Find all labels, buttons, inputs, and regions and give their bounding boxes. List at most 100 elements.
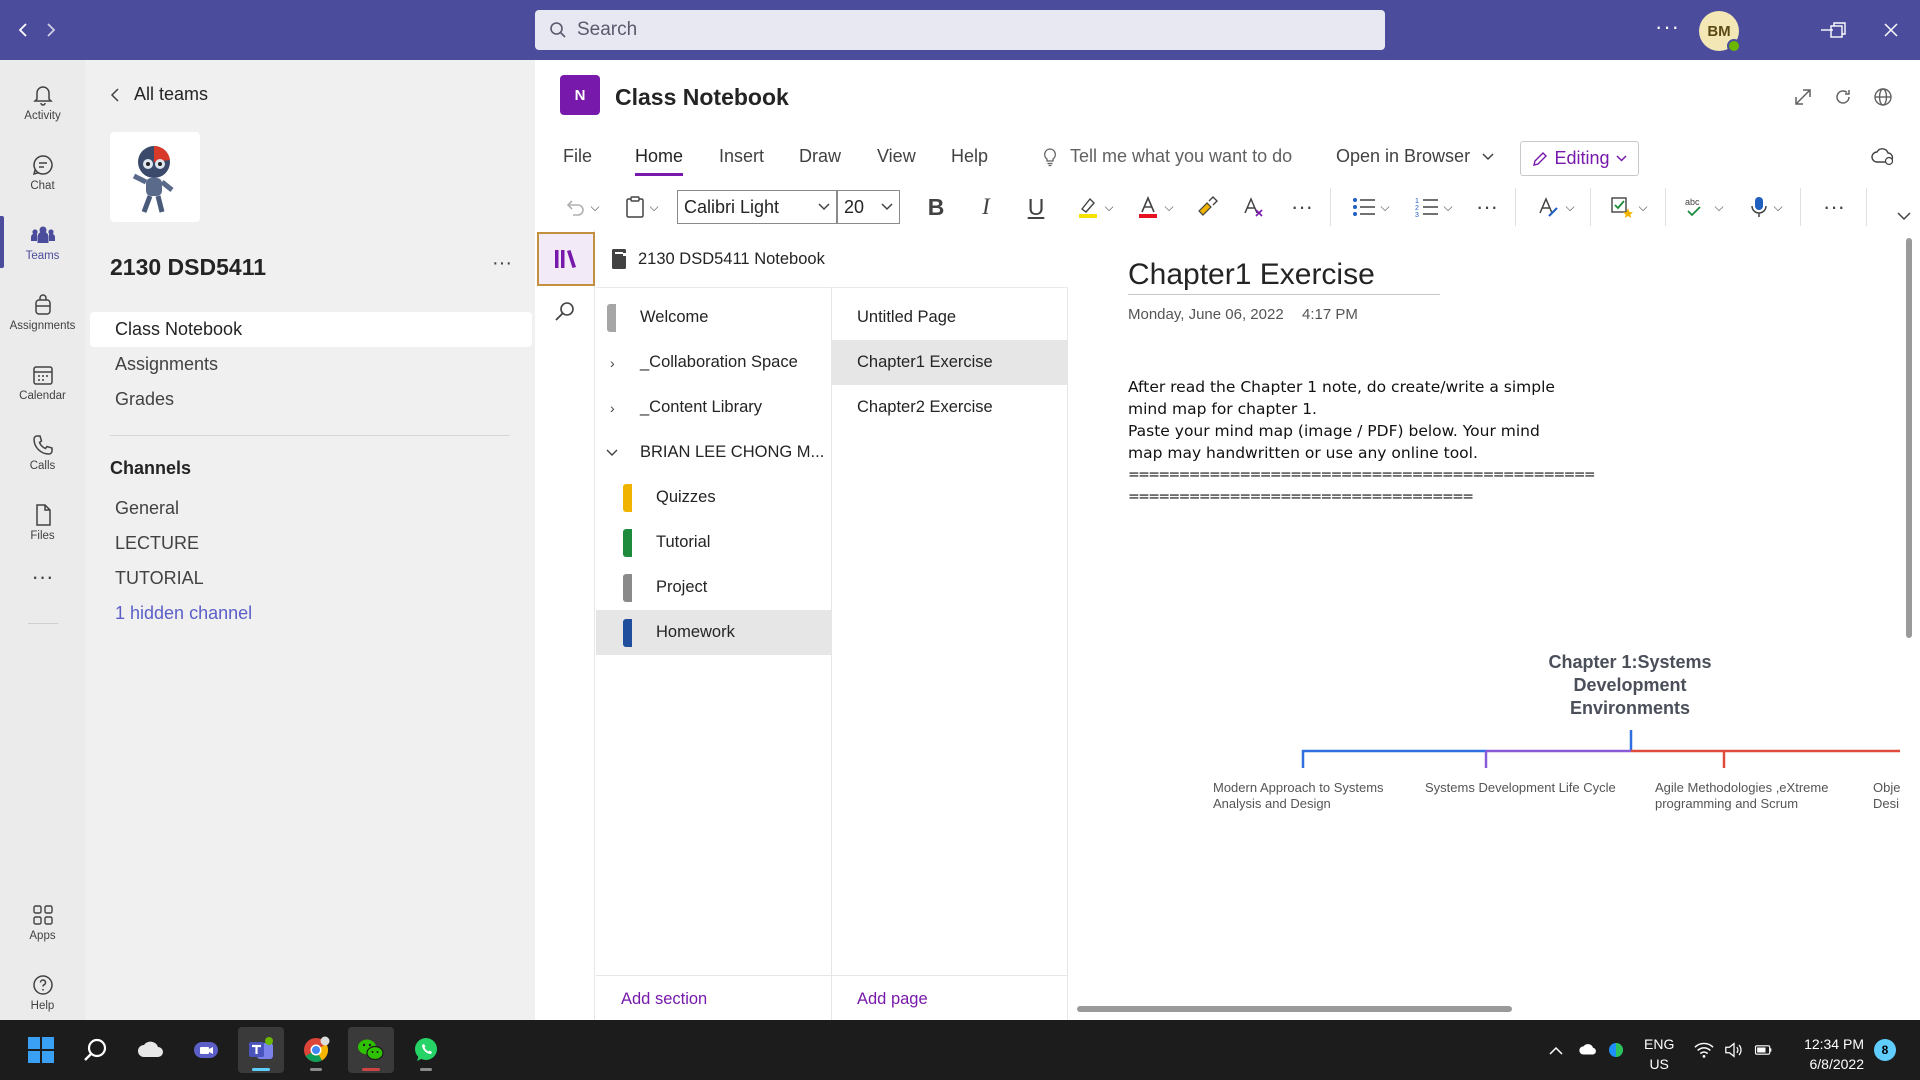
page-chapter2-exercise[interactable]: Chapter2 Exercise: [832, 385, 1067, 430]
battery-icon[interactable]: [1753, 1040, 1773, 1060]
ribbon-tab-file[interactable]: File: [563, 146, 592, 167]
refresh-icon[interactable]: [1830, 84, 1856, 110]
ribbon-tab-view[interactable]: View: [877, 146, 916, 167]
restore-icon[interactable]: [1822, 14, 1854, 46]
rail-files[interactable]: Files: [0, 488, 85, 556]
section-group-content-library[interactable]: › _Content Library: [596, 385, 832, 430]
italic-button[interactable]: I: [968, 190, 1004, 224]
cloud-sync-icon[interactable]: [1870, 146, 1896, 166]
all-teams-link[interactable]: All teams: [110, 84, 208, 105]
back-arrow-icon[interactable]: [10, 16, 38, 44]
styles-button[interactable]: ⌵: [1530, 190, 1582, 224]
avatar[interactable]: BM: [1699, 11, 1741, 53]
horizontal-scrollbar[interactable]: [1077, 1006, 1512, 1012]
bold-button[interactable]: B: [918, 190, 954, 224]
team-more-options-icon[interactable]: ···: [492, 252, 512, 275]
highlight-button[interactable]: ⌵: [1070, 190, 1120, 224]
section-welcome[interactable]: Welcome: [596, 295, 832, 340]
numbering-button[interactable]: 123 ⌵: [1408, 190, 1460, 224]
paste-button[interactable]: ⌵: [617, 190, 667, 224]
section-homework[interactable]: Homework: [596, 610, 832, 655]
rail-apps[interactable]: Apps: [0, 888, 85, 956]
rail-more-icon[interactable]: ···: [0, 552, 85, 602]
taskbar-wechat[interactable]: [348, 1027, 394, 1073]
ribbon-tab-insert[interactable]: Insert: [719, 146, 764, 167]
bullets-button[interactable]: ⌵: [1345, 190, 1397, 224]
section-project[interactable]: Project: [596, 565, 832, 610]
taskbar-meet[interactable]: [183, 1027, 229, 1073]
add-section-button[interactable]: Add section: [621, 990, 707, 1009]
taskbar-whatsapp[interactable]: [403, 1027, 449, 1073]
tag-button[interactable]: ⌵: [1603, 190, 1655, 224]
section-group-collaboration-space[interactable]: › _Collaboration Space: [596, 340, 832, 385]
taskbar-teams[interactable]: [238, 1027, 284, 1073]
channel-tutorial[interactable]: TUTORIAL: [115, 568, 204, 589]
volume-icon[interactable]: [1724, 1040, 1744, 1060]
channel-lecture[interactable]: LECTURE: [115, 533, 199, 554]
language-code: ENG: [1644, 1036, 1675, 1052]
wifi-icon[interactable]: [1694, 1040, 1714, 1060]
font-size-dropdown[interactable]: 20: [837, 190, 900, 224]
undo-button[interactable]: ⌵: [557, 190, 607, 224]
notification-badge[interactable]: 8: [1874, 1039, 1896, 1061]
expand-icon[interactable]: [1790, 84, 1816, 110]
page-untitled[interactable]: Untitled Page: [832, 295, 1067, 340]
notebooks-button[interactable]: [537, 232, 595, 286]
rail-activity[interactable]: Activity: [0, 68, 85, 136]
more-commands-icon[interactable]: ···: [1815, 190, 1853, 224]
ribbon-tab-draw[interactable]: Draw: [799, 146, 841, 167]
more-options-icon[interactable]: ···: [1655, 14, 1680, 40]
chevron-up-icon[interactable]: [1546, 1040, 1566, 1060]
page-title[interactable]: Chapter1 Exercise: [1128, 258, 1440, 295]
globe-icon[interactable]: [1870, 84, 1896, 110]
taskbar-onedrive[interactable]: [128, 1027, 174, 1073]
search-notebook-icon[interactable]: [553, 300, 577, 324]
taskbar-chrome[interactable]: [293, 1027, 339, 1073]
more-paragraph-options-icon[interactable]: ···: [1470, 190, 1504, 224]
system-clock[interactable]: 12:34 PM 6/8/2022: [1796, 1034, 1864, 1074]
onedrive-tray-icon[interactable]: [1578, 1040, 1598, 1060]
dictate-button[interactable]: ⌵: [1740, 190, 1792, 224]
search-input[interactable]: Search: [535, 10, 1385, 50]
rail-calendar[interactable]: Calendar: [0, 348, 85, 416]
body-line: map may handwritten or use any online to…: [1128, 444, 1478, 462]
editing-mode-button[interactable]: Editing: [1520, 141, 1639, 176]
clear-formatting-button[interactable]: [1237, 190, 1271, 224]
tell-me-search[interactable]: Tell me what you want to do: [1042, 146, 1292, 167]
section-group-student[interactable]: BRIAN LEE CHONG M...: [596, 430, 832, 475]
page-chapter1-exercise[interactable]: Chapter1 Exercise: [832, 340, 1067, 385]
tab-class-notebook[interactable]: Class Notebook: [90, 312, 532, 347]
taskbar-search-button[interactable]: [73, 1027, 119, 1073]
ribbon-tab-help[interactable]: Help: [951, 146, 988, 167]
font-color-button[interactable]: ⌵: [1130, 190, 1180, 224]
spelling-button[interactable]: abc ⌵: [1678, 190, 1730, 224]
rail-calls[interactable]: Calls: [0, 418, 85, 486]
channel-general[interactable]: General: [115, 498, 179, 519]
add-page-button[interactable]: Add page: [857, 990, 928, 1009]
rail-chat[interactable]: Chat: [0, 138, 85, 206]
underline-button[interactable]: U: [1018, 190, 1054, 224]
ribbon-collapse-chevron-icon[interactable]: [1897, 212, 1911, 221]
italic-icon: I: [982, 194, 990, 219]
rail-teams[interactable]: Teams: [0, 208, 85, 276]
rail-help[interactable]: Help: [0, 958, 85, 1026]
rail-assignments[interactable]: Assignments: [0, 278, 85, 346]
input-language[interactable]: ENG US: [1644, 1034, 1674, 1074]
format-painter-button[interactable]: [1190, 190, 1224, 224]
forward-arrow-icon[interactable]: [36, 16, 64, 44]
page-body-text[interactable]: After read the Chapter 1 note, do create…: [1128, 376, 1596, 508]
hidden-channel-link[interactable]: 1 hidden channel: [115, 603, 252, 624]
vertical-scrollbar[interactable]: [1906, 238, 1912, 638]
notebook-name[interactable]: 2130 DSD5411 Notebook: [610, 248, 825, 270]
tab-grades[interactable]: Grades: [90, 382, 532, 417]
defender-tray-icon[interactable]: [1606, 1040, 1626, 1060]
tab-assignments[interactable]: Assignments: [90, 347, 532, 382]
ribbon-tab-home[interactable]: Home: [635, 146, 684, 176]
font-name-dropdown[interactable]: Calibri Light: [677, 190, 837, 224]
section-tutorial[interactable]: Tutorial: [596, 520, 832, 565]
open-in-browser-button[interactable]: Open in Browser: [1336, 146, 1494, 167]
section-quizzes[interactable]: Quizzes: [596, 475, 832, 520]
close-icon[interactable]: [1875, 14, 1907, 46]
more-font-options-icon[interactable]: ···: [1285, 190, 1319, 224]
start-button[interactable]: [18, 1027, 64, 1073]
